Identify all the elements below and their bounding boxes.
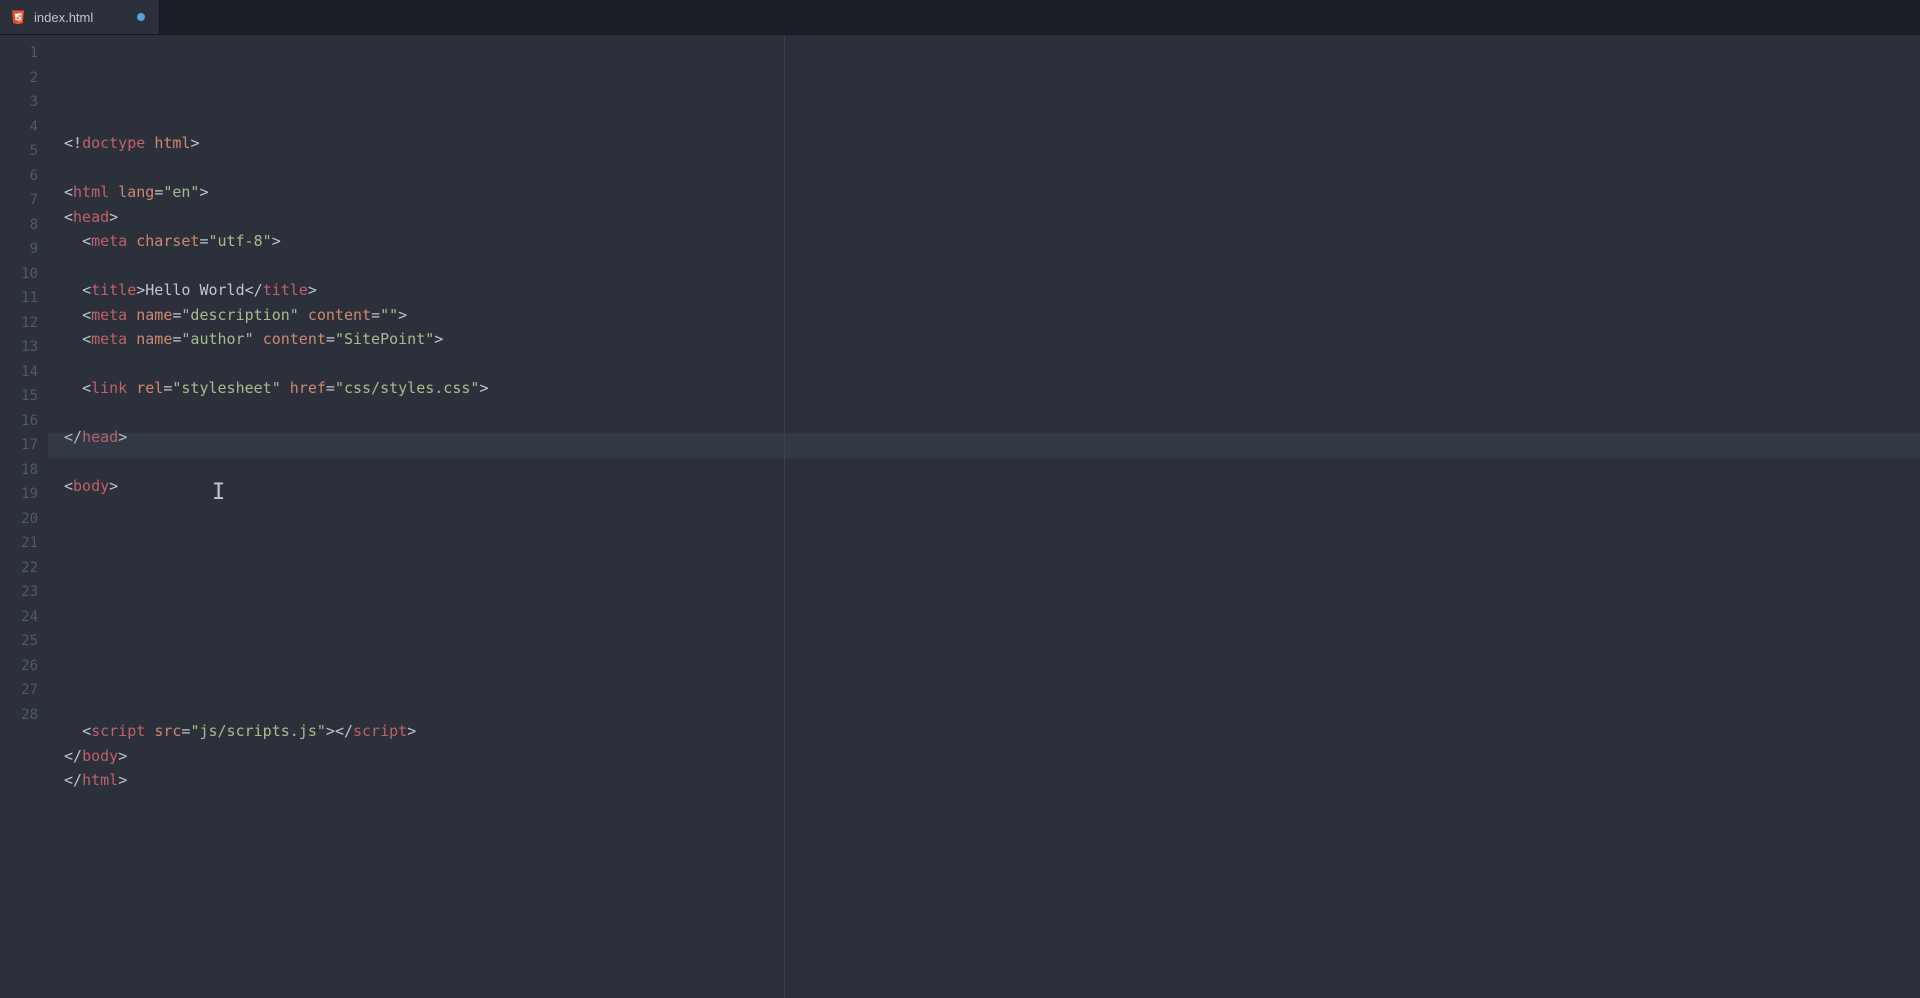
code-line[interactable]: [64, 597, 1920, 622]
code-editor[interactable]: 1234567891011121314151617181920212223242…: [0, 35, 1920, 998]
code-line[interactable]: [64, 401, 1920, 426]
code-line[interactable]: [64, 352, 1920, 377]
line-number: 13: [0, 335, 48, 360]
line-number: 2: [0, 66, 48, 91]
editor-window: index.html 12345678910111213141516171819…: [0, 0, 1920, 998]
line-number: 23: [0, 580, 48, 605]
line-number: 1: [0, 41, 48, 66]
code-line[interactable]: [64, 548, 1920, 573]
code-line[interactable]: [64, 450, 1920, 475]
line-number: 8: [0, 213, 48, 238]
line-number: 27: [0, 678, 48, 703]
code-line[interactable]: [64, 621, 1920, 646]
code-line[interactable]: [64, 523, 1920, 548]
code-area[interactable]: I <!doctype html> <html lang="en"><head>…: [48, 35, 1920, 998]
line-number: 5: [0, 139, 48, 164]
code-line[interactable]: <head>: [64, 205, 1920, 230]
line-number: 15: [0, 384, 48, 409]
code-line[interactable]: <html lang="en">: [64, 180, 1920, 205]
file-tab-label: index.html: [34, 10, 93, 25]
code-line[interactable]: </head>: [64, 425, 1920, 450]
line-number: 11: [0, 286, 48, 311]
code-line[interactable]: <meta name="author" content="SitePoint">: [64, 327, 1920, 352]
line-number: 20: [0, 507, 48, 532]
line-number: 17: [0, 433, 48, 458]
line-number: 6: [0, 164, 48, 189]
line-number: 18: [0, 458, 48, 483]
tab-bar: index.html: [0, 0, 1920, 35]
line-number: 3: [0, 90, 48, 115]
code-line[interactable]: <link rel="stylesheet" href="css/styles.…: [64, 376, 1920, 401]
line-number: 24: [0, 605, 48, 630]
line-number: 9: [0, 237, 48, 262]
line-number: 19: [0, 482, 48, 507]
line-number: 7: [0, 188, 48, 213]
code-line[interactable]: [64, 793, 1920, 818]
code-line[interactable]: <meta charset="utf-8">: [64, 229, 1920, 254]
code-line[interactable]: [64, 572, 1920, 597]
line-number: 4: [0, 115, 48, 140]
code-line[interactable]: </html>: [64, 768, 1920, 793]
line-number: 12: [0, 311, 48, 336]
code-line[interactable]: <title>Hello World</title>: [64, 278, 1920, 303]
code-line[interactable]: </body>: [64, 744, 1920, 769]
line-number-gutter: 1234567891011121314151617181920212223242…: [0, 35, 48, 998]
code-line[interactable]: <!doctype html>: [64, 131, 1920, 156]
code-line[interactable]: [64, 156, 1920, 181]
code-line[interactable]: [64, 646, 1920, 671]
code-line[interactable]: <meta name="description" content="">: [64, 303, 1920, 328]
file-tab[interactable]: index.html: [0, 0, 160, 34]
line-number: 22: [0, 556, 48, 581]
code-line[interactable]: [64, 670, 1920, 695]
code-line[interactable]: [64, 254, 1920, 279]
line-number: 14: [0, 360, 48, 385]
html5-file-icon: [10, 9, 26, 25]
unsaved-indicator-icon: [137, 13, 145, 21]
line-number: 10: [0, 262, 48, 287]
line-number: 25: [0, 629, 48, 654]
line-number: 26: [0, 654, 48, 679]
line-number: 16: [0, 409, 48, 434]
line-number: 28: [0, 703, 48, 728]
code-line[interactable]: <body>: [64, 474, 1920, 499]
code-line[interactable]: [64, 499, 1920, 524]
code-line[interactable]: <script src="js/scripts.js"></script>: [64, 719, 1920, 744]
line-number: 21: [0, 531, 48, 556]
code-line[interactable]: [64, 695, 1920, 720]
